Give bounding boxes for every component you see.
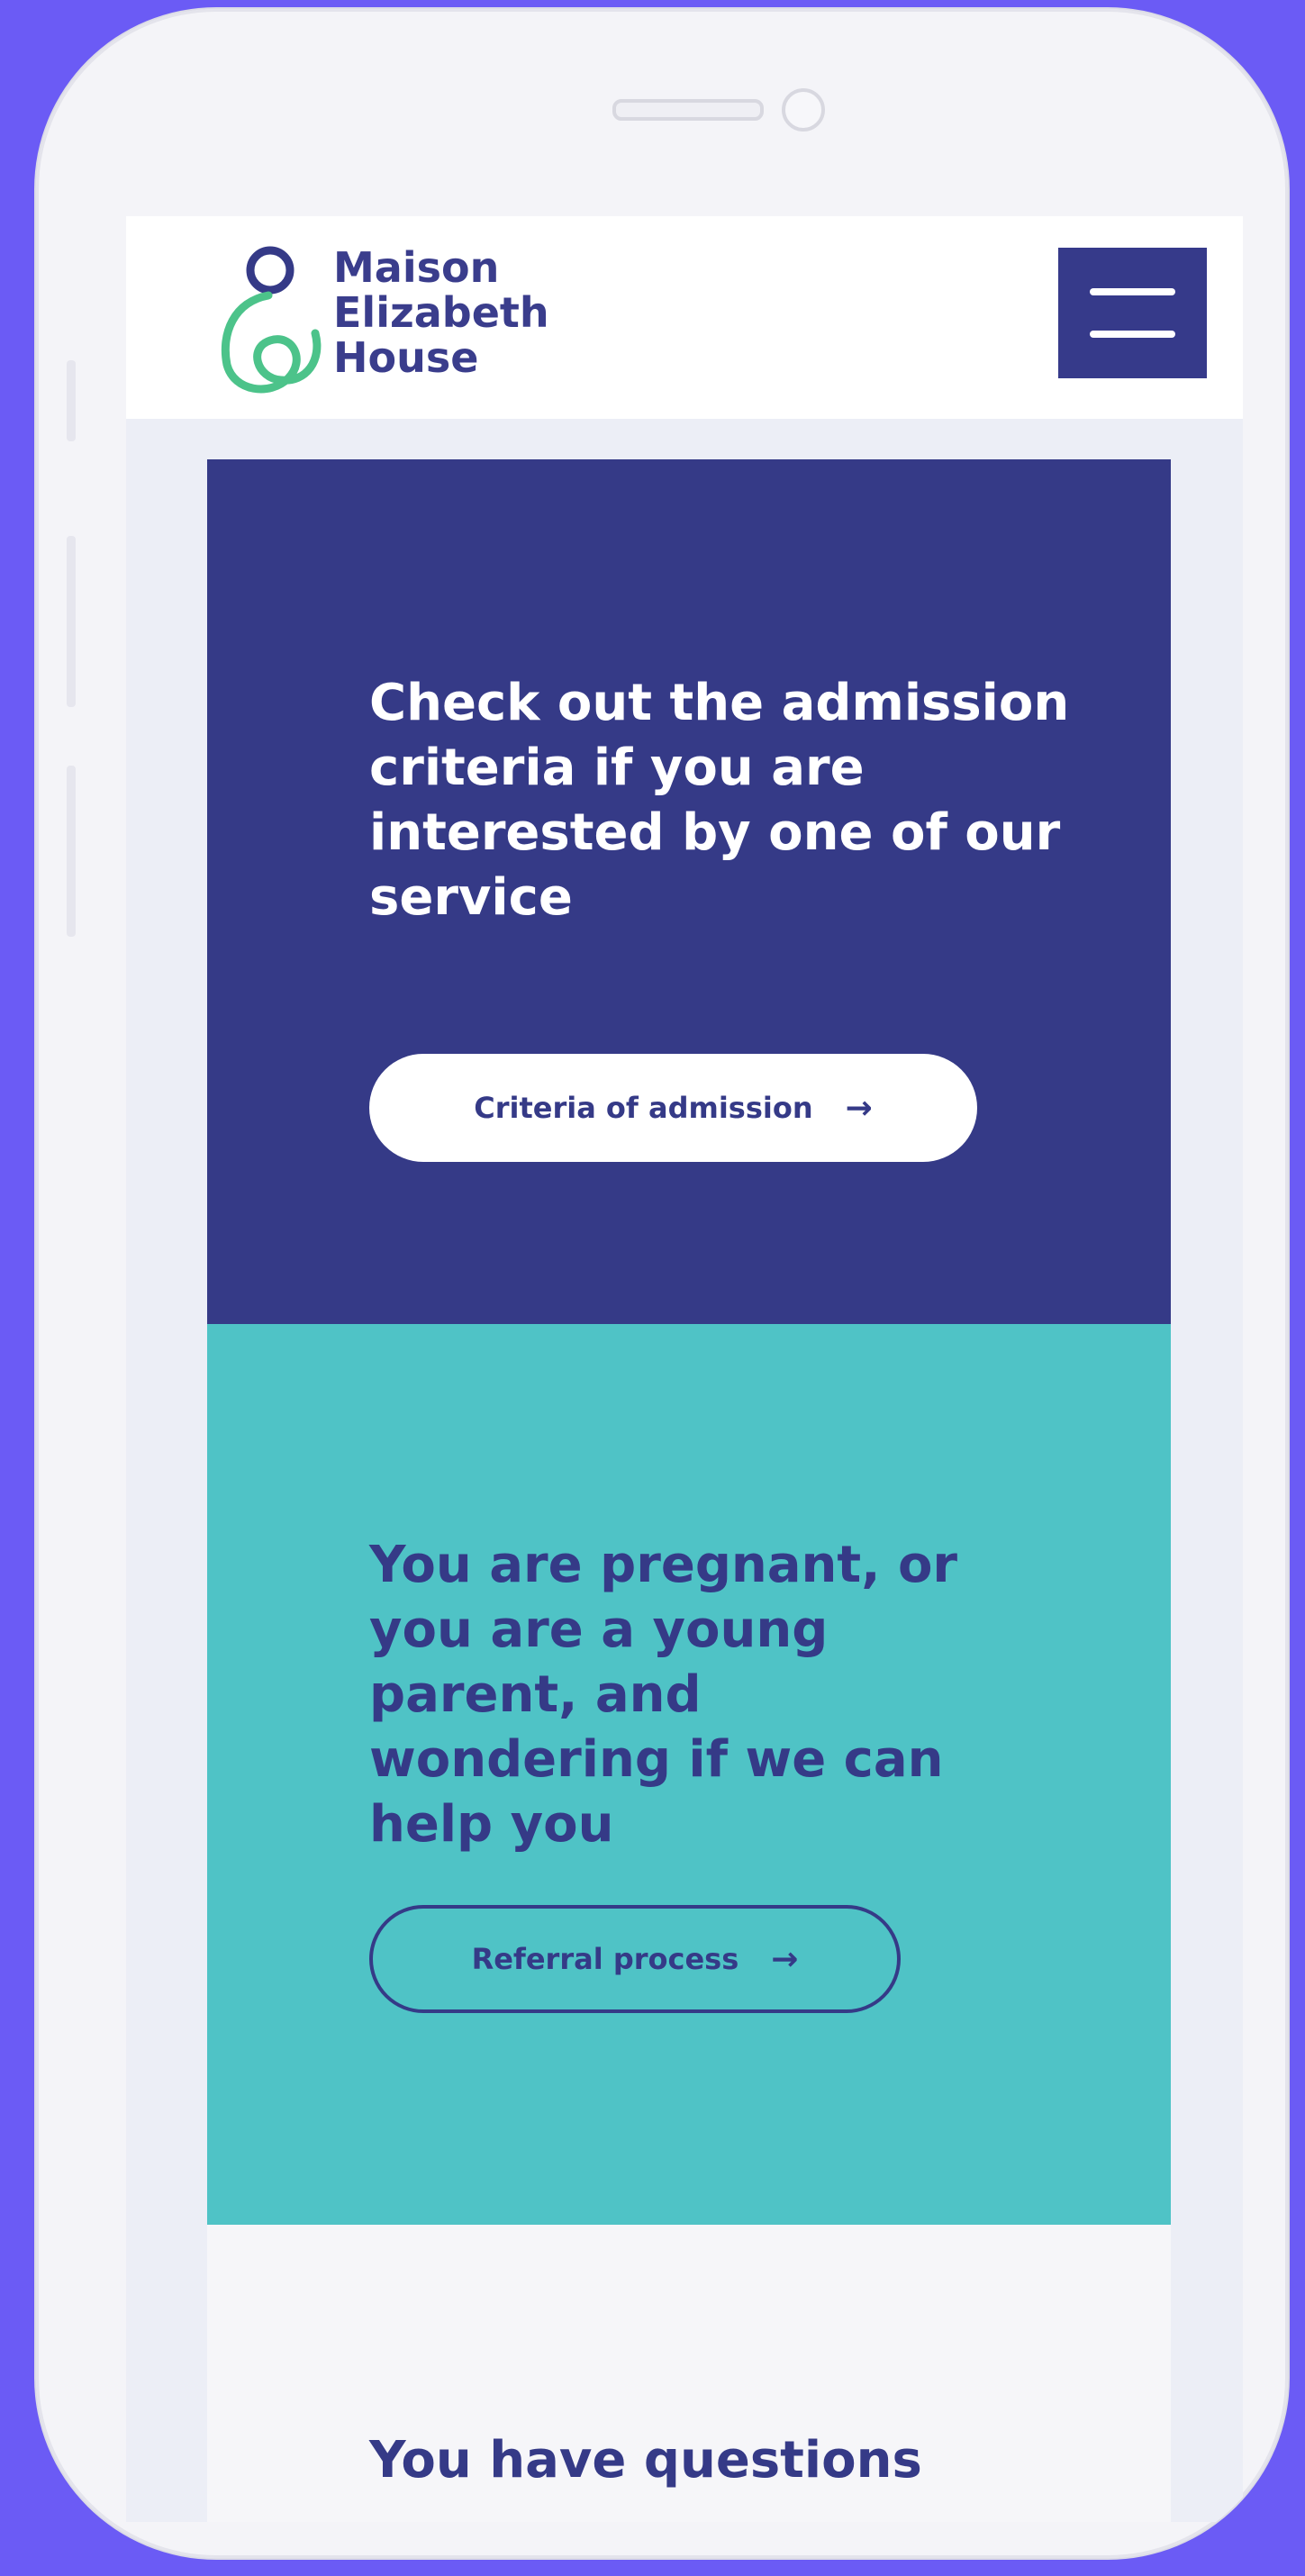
phone-camera: [782, 88, 825, 132]
phone-side-button: [67, 766, 76, 937]
arrow-right-icon: →: [845, 1089, 873, 1127]
brand-line: Maison: [333, 243, 500, 292]
brand-line: House: [333, 333, 479, 382]
menu-button[interactable]: [1058, 248, 1207, 378]
logo-icon[interactable]: [207, 243, 351, 405]
phone-side-button: [67, 536, 76, 707]
phone-speaker: [612, 99, 764, 121]
brand-line: Elizabeth: [333, 288, 549, 337]
admission-heading: Check out the admission criteria if you …: [369, 674, 1070, 927]
brand-name[interactable]: Maison Elizabeth House: [333, 245, 549, 380]
hamburger-icon: [1090, 331, 1175, 338]
button-label: Criteria of admission: [474, 1091, 813, 1125]
referral-process-button[interactable]: Referral process →: [369, 1905, 901, 2013]
phone-frame: Maison Elizabeth House Check out the adm…: [36, 9, 1288, 2558]
questions-heading: You have questions: [369, 2431, 922, 2490]
referral-section: You are pregnant, or you are a young par…: [207, 1324, 1171, 2225]
screen: Maison Elizabeth House Check out the adm…: [126, 216, 1243, 2522]
questions-section: You have questions: [207, 2225, 1171, 2522]
phone-side-button: [67, 360, 76, 441]
referral-heading: You are pregnant, or you are a young par…: [369, 1536, 958, 1854]
criteria-of-admission-button[interactable]: Criteria of admission →: [369, 1054, 977, 1162]
hamburger-icon: [1090, 288, 1175, 295]
button-label: Referral process: [471, 1942, 739, 1976]
arrow-right-icon: →: [771, 1940, 799, 1978]
admission-section: Check out the admission criteria if you …: [207, 459, 1171, 1324]
site-header: Maison Elizabeth House: [126, 216, 1243, 419]
